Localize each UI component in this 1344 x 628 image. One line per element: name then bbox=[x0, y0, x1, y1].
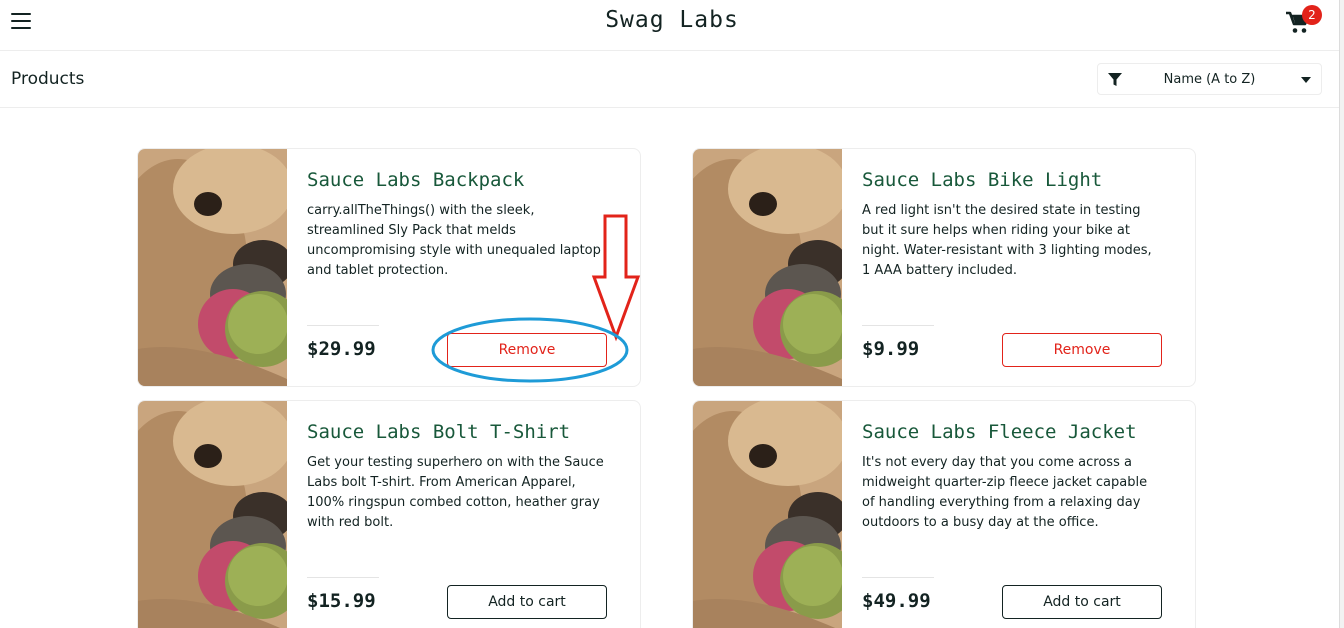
price-divider bbox=[307, 325, 379, 326]
inventory-item: Sauce Labs Backpack carry.allTheThings()… bbox=[137, 148, 641, 387]
product-name[interactable]: Sauce Labs Bolt T-Shirt bbox=[307, 421, 630, 443]
product-name[interactable]: Sauce Labs Backpack bbox=[307, 169, 630, 191]
app-title: Swag Labs bbox=[605, 7, 739, 33]
product-name[interactable]: Sauce Labs Bike Light bbox=[862, 169, 1185, 191]
product-description: A red light isn't the desired state in t… bbox=[862, 203, 1152, 278]
price-divider bbox=[862, 577, 934, 578]
shopping-cart-button[interactable]: 2 bbox=[1285, 5, 1322, 39]
cart-count-badge: 2 bbox=[1302, 5, 1322, 25]
chevron-down-icon bbox=[1301, 77, 1311, 83]
product-image[interactable] bbox=[138, 401, 287, 628]
sort-selected-value: Name (A to Z) bbox=[1163, 72, 1256, 87]
add-to-cart-button[interactable]: Add to cart bbox=[447, 585, 607, 619]
product-price: $49.99 bbox=[862, 590, 931, 612]
inventory-item: Sauce Labs Bolt T-Shirt Get your testing… bbox=[137, 400, 641, 628]
product-description: It's not every day that you come across … bbox=[862, 455, 1148, 530]
product-image[interactable] bbox=[138, 149, 287, 387]
app-header: Swag Labs 2 bbox=[0, 0, 1344, 51]
sort-select[interactable]: Name (A to Z) bbox=[1097, 63, 1322, 95]
product-name[interactable]: Sauce Labs Fleece Jacket bbox=[862, 421, 1185, 443]
product-price: $15.99 bbox=[307, 590, 376, 612]
product-description: Get your testing superhero on with the S… bbox=[307, 455, 604, 530]
product-description: carry.allTheThings() with the sleek, str… bbox=[307, 203, 601, 278]
product-price: $9.99 bbox=[862, 338, 920, 360]
products-subheader: Products Name (A to Z) bbox=[0, 51, 1344, 108]
product-price: $29.99 bbox=[307, 338, 376, 360]
product-image[interactable] bbox=[693, 401, 842, 628]
page-title: Products bbox=[11, 69, 85, 89]
add-to-cart-button[interactable]: Add to cart bbox=[1002, 585, 1162, 619]
inventory-item: Sauce Labs Fleece Jacket It's not every … bbox=[692, 400, 1196, 628]
filter-icon bbox=[1108, 73, 1122, 86]
products-page: Swag Labs 2 Products Name (A to Z) Sauce… bbox=[0, 0, 1344, 628]
product-image[interactable] bbox=[693, 149, 842, 387]
inventory-item: Sauce Labs Bike Light A red light isn't … bbox=[692, 148, 1196, 387]
remove-button[interactable]: Remove bbox=[1002, 333, 1162, 367]
price-divider bbox=[307, 577, 379, 578]
scrollbar[interactable] bbox=[1339, 0, 1344, 628]
price-divider bbox=[862, 325, 934, 326]
remove-button[interactable]: Remove bbox=[447, 333, 607, 367]
